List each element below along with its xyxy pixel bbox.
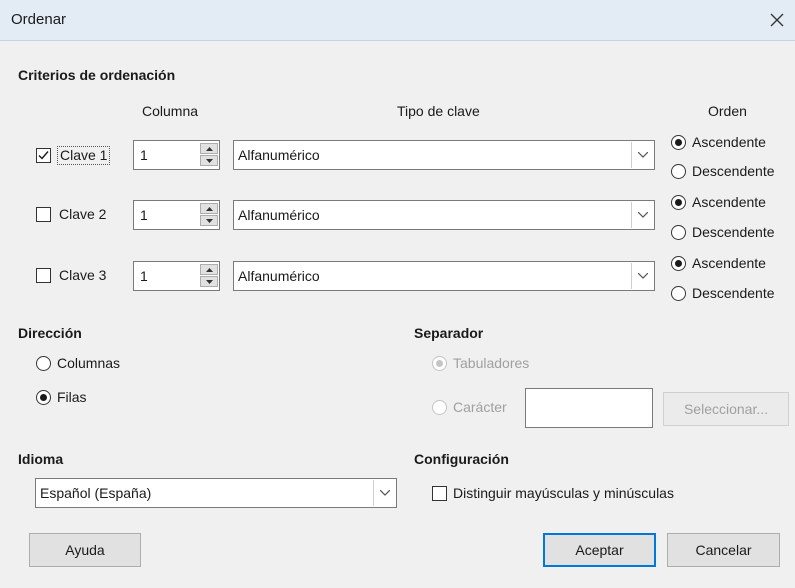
key-3-descending-radio[interactable]: Descendente [671, 285, 775, 301]
radio-label: Tabuladores [453, 355, 530, 371]
radio-label: Descendente [692, 224, 775, 240]
chevron-down-icon[interactable] [631, 202, 653, 228]
spin-down-icon[interactable] [200, 155, 218, 166]
radio-circle[interactable] [432, 399, 447, 415]
radio-circle[interactable] [671, 134, 686, 150]
close-button[interactable] [762, 6, 792, 34]
select-char-button[interactable]: Seleccionar... [663, 392, 789, 426]
config-section-title: Configuración [414, 451, 509, 467]
criteria-section-title: Criterios de ordenación [18, 67, 176, 83]
direction-rows-radio[interactable]: Filas [36, 389, 87, 405]
case-sensitive-checkbox[interactable]: Distinguir mayúsculas y minúsculas [432, 485, 674, 501]
chevron-down-icon[interactable] [373, 480, 395, 506]
spin-up-icon[interactable] [200, 264, 218, 275]
checkmark-icon [38, 151, 49, 160]
key-2-ascending-radio[interactable]: Ascendente [671, 194, 766, 210]
dropdown-value: Alfanumérico [238, 268, 320, 284]
key-2-column-spinner[interactable]: 1 [133, 200, 220, 230]
radio-circle[interactable] [671, 285, 686, 301]
checkbox-box[interactable] [36, 206, 51, 222]
radio-label: Carácter [453, 399, 507, 415]
key-type-header: Tipo de clave [397, 103, 480, 119]
order-header: Orden [708, 103, 747, 119]
key-1-column-spinner[interactable]: 1 [133, 140, 220, 170]
key-3-ascending-radio[interactable]: Ascendente [671, 255, 766, 271]
cancel-button[interactable]: Cancelar [667, 533, 780, 567]
radio-label: Ascendente [692, 194, 766, 210]
direction-columns-radio[interactable]: Columnas [36, 355, 120, 371]
radio-circle[interactable] [36, 355, 51, 371]
radio-label: Filas [57, 389, 87, 405]
key-3-checkbox[interactable]: Clave 3 [36, 267, 108, 283]
radio-label: Descendente [692, 163, 775, 179]
radio-label: Ascendente [692, 255, 766, 271]
radio-circle[interactable] [671, 255, 686, 271]
spin-up-icon[interactable] [200, 143, 218, 154]
spin-down-icon[interactable] [200, 276, 218, 287]
close-icon [770, 13, 784, 27]
chevron-down-icon[interactable] [631, 263, 653, 289]
separator-char-input[interactable] [525, 388, 653, 428]
radio-circle[interactable] [671, 224, 686, 240]
ok-button[interactable]: Aceptar [543, 533, 656, 567]
column-header: Columna [142, 103, 199, 119]
key-2-label: Clave 2 [59, 206, 107, 222]
radio-label: Ascendente [692, 134, 766, 150]
dropdown-value: Alfanumérico [238, 207, 320, 223]
dropdown-value: Alfanumérico [238, 147, 320, 163]
language-section-title: Idioma [18, 451, 64, 467]
radio-circle[interactable] [671, 194, 686, 210]
key-3-column-spinner[interactable]: 1 [133, 261, 220, 291]
spinner-value: 1 [140, 207, 148, 223]
separator-tabs-radio[interactable]: Tabuladores [432, 355, 529, 371]
radio-label: Descendente [692, 285, 775, 301]
chevron-down-icon[interactable] [631, 142, 653, 168]
help-button[interactable]: Ayuda [29, 533, 141, 567]
checkbox-label: Distinguir mayúsculas y minúsculas [453, 485, 674, 501]
key-2-descending-radio[interactable]: Descendente [671, 224, 775, 240]
radio-circle[interactable] [36, 389, 51, 405]
separator-char-radio[interactable]: Carácter [432, 399, 507, 415]
key-3-type-dropdown[interactable]: Alfanumérico [233, 261, 655, 291]
key-1-descending-radio[interactable]: Descendente [671, 163, 775, 179]
checkbox-box[interactable] [432, 485, 447, 501]
key-3-label: Clave 3 [59, 267, 107, 283]
key-1-ascending-radio[interactable]: Ascendente [671, 134, 766, 150]
radio-circle[interactable] [432, 355, 447, 371]
spin-up-icon[interactable] [200, 203, 218, 214]
key-1-type-dropdown[interactable]: Alfanumérico [233, 140, 655, 170]
spinner-value: 1 [140, 147, 148, 163]
spinner-value: 1 [140, 268, 148, 284]
title-bar [0, 0, 795, 41]
dropdown-value: Español (España) [40, 485, 152, 501]
checkbox-box[interactable] [36, 148, 51, 163]
key-1-label: Clave 1 [57, 146, 111, 165]
direction-section-title: Dirección [18, 325, 82, 341]
language-dropdown[interactable]: Español (España) [35, 478, 397, 508]
spin-down-icon[interactable] [200, 215, 218, 226]
separator-section-title: Separador [414, 325, 484, 341]
radio-circle[interactable] [671, 163, 686, 179]
window-title: Ordenar [11, 11, 67, 28]
radio-label: Columnas [57, 355, 121, 371]
key-2-checkbox[interactable]: Clave 2 [36, 206, 108, 222]
key-1-checkbox[interactable]: Clave 1 [36, 146, 111, 165]
key-2-type-dropdown[interactable]: Alfanumérico [233, 200, 655, 230]
checkbox-box[interactable] [36, 267, 51, 283]
